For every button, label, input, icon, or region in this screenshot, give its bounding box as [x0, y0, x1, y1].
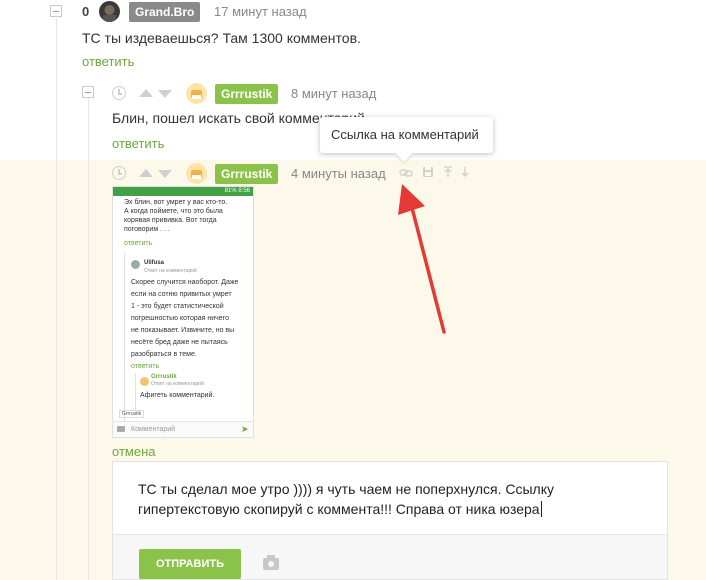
thread-line: [88, 160, 89, 580]
collapse-button[interactable]: [82, 86, 94, 98]
avatar: [140, 377, 149, 386]
screenshot-text: разобраться в теме.: [131, 351, 197, 358]
reply-editor[interactable]: ТС ты сделал мое утро )))) я чуть чаем н…: [112, 461, 668, 580]
screenshot-text: не показывает. Извините, но вы: [131, 327, 235, 334]
upvote-icon[interactable]: [139, 169, 153, 177]
avatar: [131, 260, 140, 269]
avatar[interactable]: [186, 163, 207, 184]
avatar[interactable]: [99, 1, 120, 22]
screenshot-nick: Ulifusa: [144, 260, 165, 266]
clock-icon: [112, 86, 126, 100]
screenshot-reply: ответить: [131, 363, 160, 370]
send-button[interactable]: ОТПРАВИТЬ: [139, 549, 241, 579]
camera-icon: [117, 426, 125, 432]
screenshot-text: Афигеть комментарий.: [140, 392, 215, 399]
screenshot-input-bar: Комментарий ➤: [113, 421, 253, 437]
screenshot-text: 1 - это будет статистической: [131, 303, 224, 310]
cancel-link[interactable]: отмена: [112, 444, 155, 459]
comment-nick[interactable]: Grrrustik: [215, 84, 279, 104]
screenshot-input-placeholder: Комментарий: [131, 426, 176, 433]
screenshot-text: Эх блин, вот умрет у вас кто-то.: [124, 199, 228, 206]
reply-link[interactable]: ответить: [82, 54, 134, 69]
editor-line: ТС ты сделал мое утро )))) я чуть чаем н…: [138, 481, 555, 497]
screenshot-reply: ответить: [124, 240, 153, 247]
downvote-icon[interactable]: [158, 90, 172, 98]
collapse-button[interactable]: [50, 5, 62, 17]
editor-textarea[interactable]: ТС ты сделал мое утро )))) я чуть чаем н…: [138, 479, 638, 519]
screenshot-text: погрешностью которая ничего: [131, 315, 229, 322]
screenshot-meta: Ответ на комментарий: [144, 268, 197, 274]
screenshot-text: поговорим . . .: [124, 226, 170, 233]
clock-icon: [112, 166, 126, 180]
thread-line: [56, 160, 57, 580]
screenshot-text: несёте бред даже не пытаясь: [131, 339, 228, 346]
screenshot-nested-line: [124, 253, 125, 423]
scroll-down-icon[interactable]: [461, 166, 469, 178]
upvote-icon[interactable]: [139, 89, 153, 97]
screenshot-text: Скорее случится наоборот. Даже: [131, 279, 239, 286]
comment-nick[interactable]: Grand.Bro: [129, 2, 201, 22]
editor-line: гипертекстовую скопируй с коммента!!! Сп…: [138, 501, 542, 517]
comment-text: ТС ты издеваешься? Там 1300 комментов.: [82, 30, 361, 46]
attached-screenshot[interactable]: 81% 8:56 Эх блин, вот умрет у вас кто-то…: [112, 186, 254, 438]
screenshot-deep-line: [135, 373, 136, 411]
screenshot-meta: Ответ на комментарий: [151, 381, 204, 387]
comment-time[interactable]: 4 минуты назад: [291, 166, 386, 181]
screenshot-input-tag: Grrrustik: [119, 410, 145, 418]
screenshot-text: А когда поймете, что это была: [124, 208, 223, 215]
tooltip: Ссылка на комментарий: [320, 117, 493, 153]
send-icon: ➤: [241, 424, 249, 434]
editor-toolbar: ОТПРАВИТЬ: [113, 534, 667, 579]
screenshot-text: корявая прививка. Вот тогда: [124, 217, 217, 224]
downvote-icon[interactable]: [158, 170, 172, 178]
phone-status-bar: 81% 8:56: [113, 187, 253, 196]
comment-nick[interactable]: Grrrustik: [215, 164, 279, 184]
avatar[interactable]: [186, 83, 207, 104]
reply-link[interactable]: ответить: [112, 136, 164, 151]
scroll-up-icon[interactable]: [443, 166, 453, 178]
comment-time[interactable]: 17 минут назад: [214, 4, 307, 19]
comment-time[interactable]: 8 минут назад: [291, 86, 376, 101]
screenshot-text: если на сотню привитых умрет: [131, 291, 232, 298]
comment-rating: 0: [82, 4, 90, 19]
camera-icon[interactable]: [263, 555, 279, 570]
save-icon[interactable]: [422, 166, 434, 178]
annotation-arrow: [398, 184, 446, 334]
